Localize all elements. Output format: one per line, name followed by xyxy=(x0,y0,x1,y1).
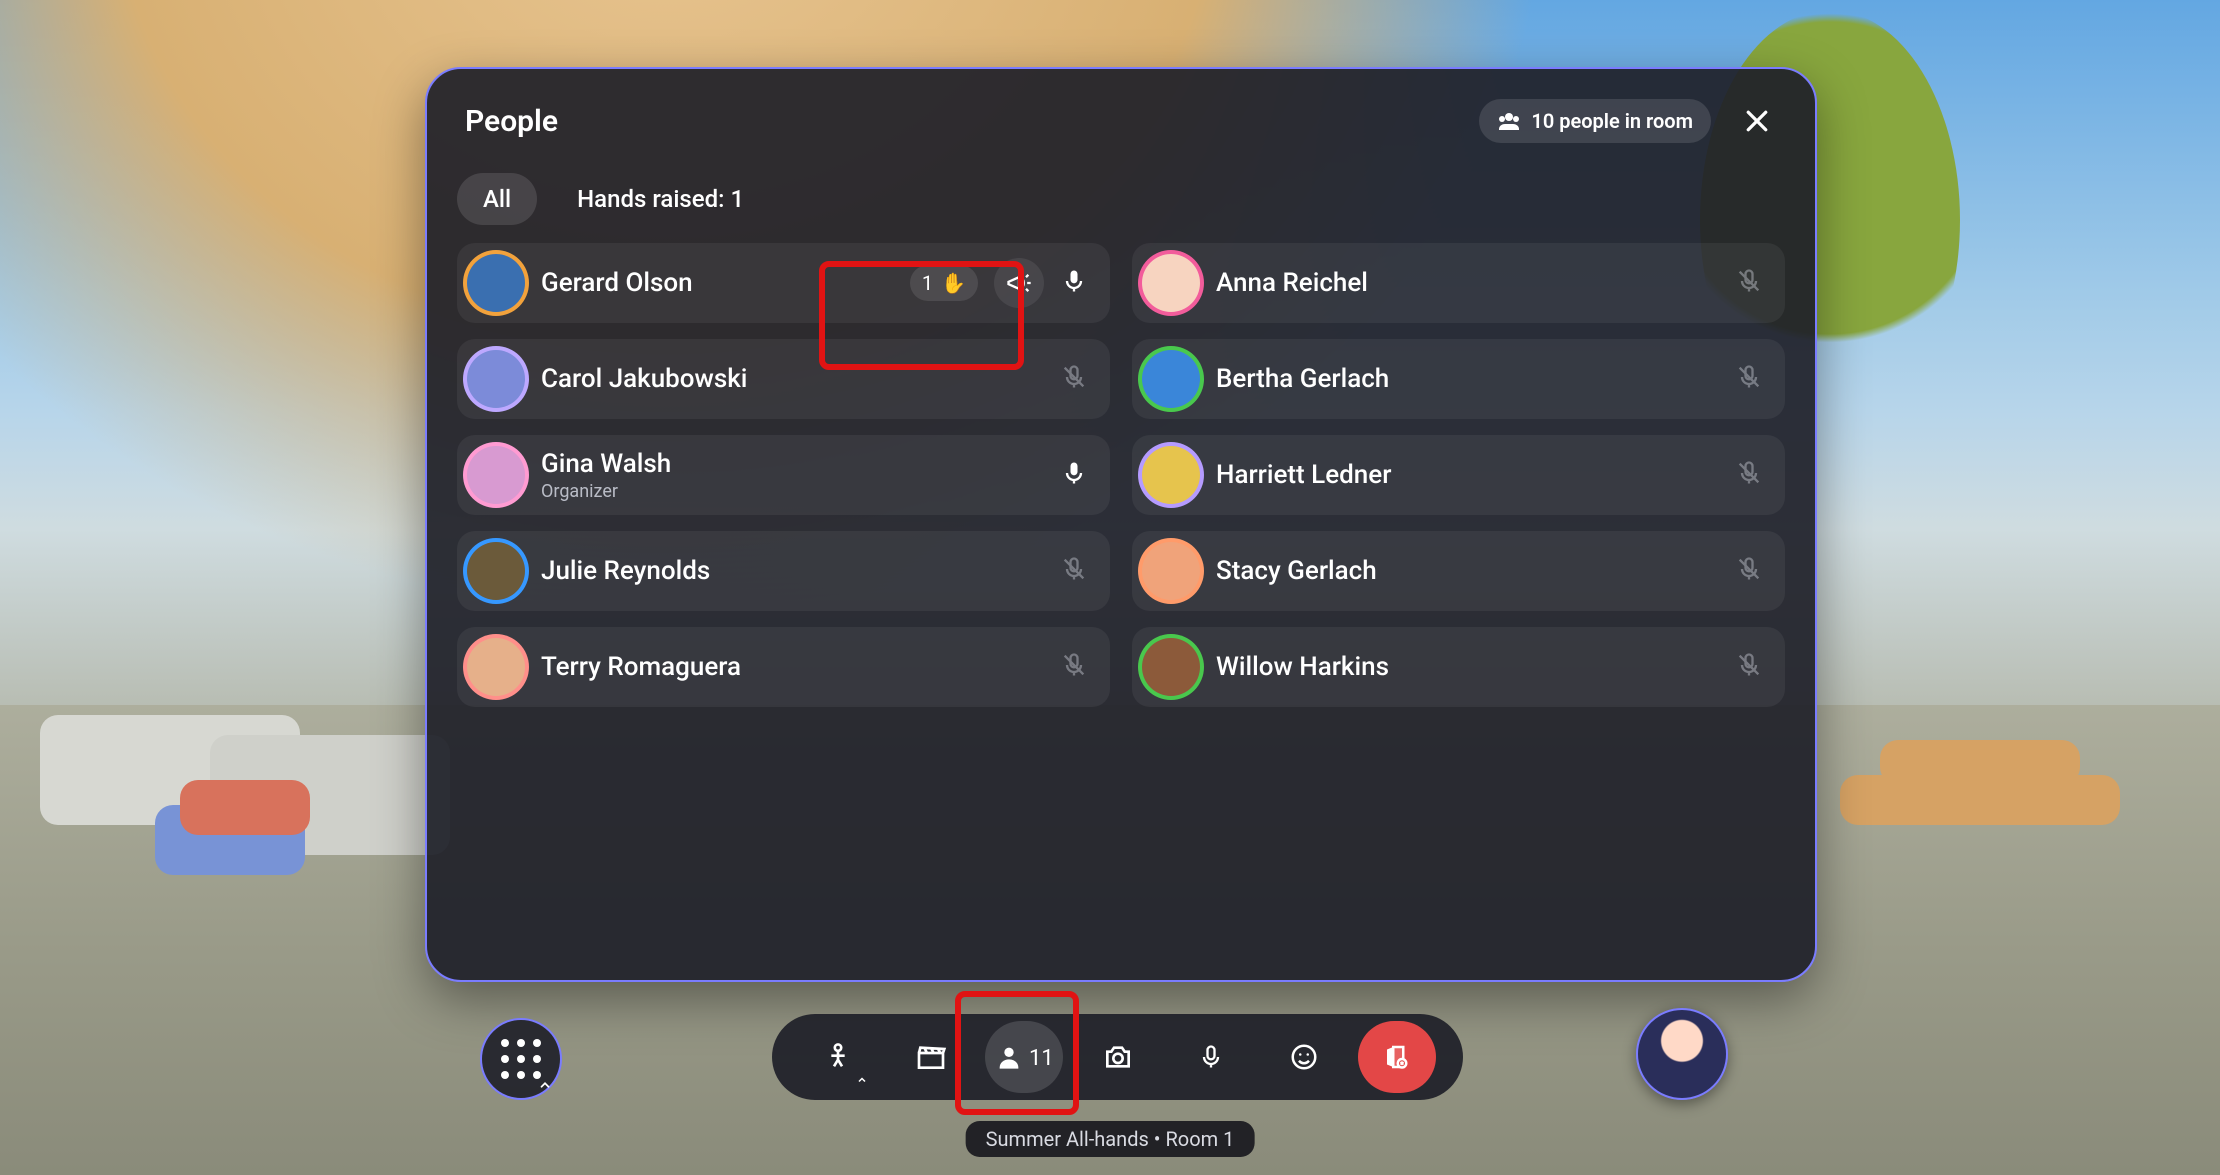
people-cluster-icon xyxy=(1497,109,1521,133)
participant-name: Stacy Gerlach xyxy=(1216,556,1719,586)
mic-button[interactable] xyxy=(1172,1021,1250,1093)
people-filter-tabs: All Hands raised: 1 xyxy=(427,155,1815,237)
avatar xyxy=(467,638,525,696)
participant-role: Organizer xyxy=(541,481,1044,502)
microphone-muted-icon xyxy=(1735,363,1763,391)
app-grid-button[interactable] xyxy=(480,1018,562,1100)
chevron-up-icon xyxy=(856,1074,868,1086)
participant-name: Julie Reynolds xyxy=(541,556,1044,586)
people-panel: People 10 people in room All Hands raise… xyxy=(425,67,1817,982)
hand-raised-badge[interactable]: 1✋ xyxy=(910,265,978,301)
tab-all[interactable]: All xyxy=(457,173,537,225)
mic-status xyxy=(1735,459,1763,491)
megaphone-button[interactable] xyxy=(994,258,1044,308)
avatar xyxy=(1142,254,1200,312)
microphone-muted-icon xyxy=(1735,267,1763,295)
smile-icon xyxy=(1289,1042,1319,1072)
main-toolbar: 11 xyxy=(772,1014,1463,1100)
mic-status xyxy=(1735,363,1763,395)
reactions-button[interactable] xyxy=(1265,1021,1343,1093)
chevron-up-icon xyxy=(538,1078,552,1092)
participant-row[interactable]: Willow Harkins xyxy=(1132,627,1785,707)
mic-status xyxy=(1060,363,1088,395)
mic-status xyxy=(1060,267,1088,299)
avatar xyxy=(467,446,525,504)
avatar xyxy=(1142,446,1200,504)
bench xyxy=(1880,740,2080,785)
hand-raised-icon: ✋ xyxy=(941,271,966,295)
participant-row[interactable]: Bertha Gerlach xyxy=(1132,339,1785,419)
microphone-muted-icon xyxy=(1735,555,1763,583)
participant-name: Carol Jakubowski xyxy=(541,364,1044,394)
participant-row[interactable]: Carol Jakubowski xyxy=(457,339,1110,419)
mic-status xyxy=(1735,555,1763,587)
microphone-muted-icon xyxy=(1735,651,1763,679)
participant-name: Terry Romaguera xyxy=(541,652,1044,682)
camera-button[interactable] xyxy=(1079,1021,1157,1093)
grid-icon xyxy=(501,1039,541,1079)
people-grid: Gerard Olson 1✋ Anna Reichel Carol Jakub… xyxy=(427,237,1815,737)
mic-status xyxy=(1060,651,1088,683)
avatar xyxy=(1142,542,1200,600)
self-avatar-button[interactable] xyxy=(1636,1008,1728,1100)
mic-status xyxy=(1735,267,1763,299)
participant-name: Anna Reichel xyxy=(1216,268,1719,298)
participant-row[interactable]: Stacy Gerlach xyxy=(1132,531,1785,611)
people-button[interactable]: 11 xyxy=(985,1021,1063,1093)
microphone-muted-icon xyxy=(1060,555,1088,583)
participant-name: Gina Walsh xyxy=(541,449,1044,479)
avatar-pose-button[interactable] xyxy=(799,1021,877,1093)
participant-name: Bertha Gerlach xyxy=(1216,364,1719,394)
panel-title: People xyxy=(465,104,558,139)
avatar xyxy=(467,350,525,408)
participant-row[interactable]: Terry Romaguera xyxy=(457,627,1110,707)
microphone-icon xyxy=(1060,459,1088,487)
clapper-button[interactable] xyxy=(892,1021,970,1093)
participant-row[interactable]: Anna Reichel xyxy=(1132,243,1785,323)
microphone-muted-icon xyxy=(1735,459,1763,487)
tab-hands-raised[interactable]: Hands raised: 1 xyxy=(551,173,770,225)
participant-name: Gerard Olson xyxy=(541,268,894,298)
clapper-icon xyxy=(915,1041,947,1073)
person-icon xyxy=(995,1043,1023,1071)
avatar xyxy=(467,542,525,600)
microphone-icon xyxy=(1060,267,1088,295)
room-count-badge[interactable]: 10 people in room xyxy=(1479,99,1711,143)
participant-name: Willow Harkins xyxy=(1216,652,1719,682)
leave-button[interactable] xyxy=(1358,1021,1436,1093)
participant-row[interactable]: Julie Reynolds xyxy=(457,531,1110,611)
microphone-muted-icon xyxy=(1060,363,1088,391)
leave-door-icon xyxy=(1382,1042,1412,1072)
camera-icon xyxy=(1102,1041,1134,1073)
people-count-label: 11 xyxy=(1029,1046,1054,1071)
participant-name: Harriett Ledner xyxy=(1216,460,1719,490)
megaphone-icon xyxy=(1005,269,1033,297)
avatar xyxy=(1142,350,1200,408)
mic-status xyxy=(1060,555,1088,587)
cushion xyxy=(180,780,310,835)
mic-status xyxy=(1060,459,1088,491)
close-icon xyxy=(1742,106,1772,136)
mic-status xyxy=(1735,651,1763,683)
hand-order-label: 1 xyxy=(922,271,933,295)
participant-row[interactable]: Harriett Ledner xyxy=(1132,435,1785,515)
avatar-pose-icon xyxy=(822,1041,854,1073)
room-caption: Summer All-hands • Room 1 xyxy=(966,1121,1255,1157)
participant-row[interactable]: Gerard Olson 1✋ xyxy=(457,243,1110,323)
microphone-icon xyxy=(1197,1043,1225,1071)
participant-row[interactable]: Gina Walsh Organizer xyxy=(457,435,1110,515)
room-count-label: 10 people in room xyxy=(1531,109,1693,133)
avatar xyxy=(1142,638,1200,696)
close-button[interactable] xyxy=(1737,101,1777,141)
microphone-muted-icon xyxy=(1060,651,1088,679)
avatar xyxy=(467,254,525,312)
